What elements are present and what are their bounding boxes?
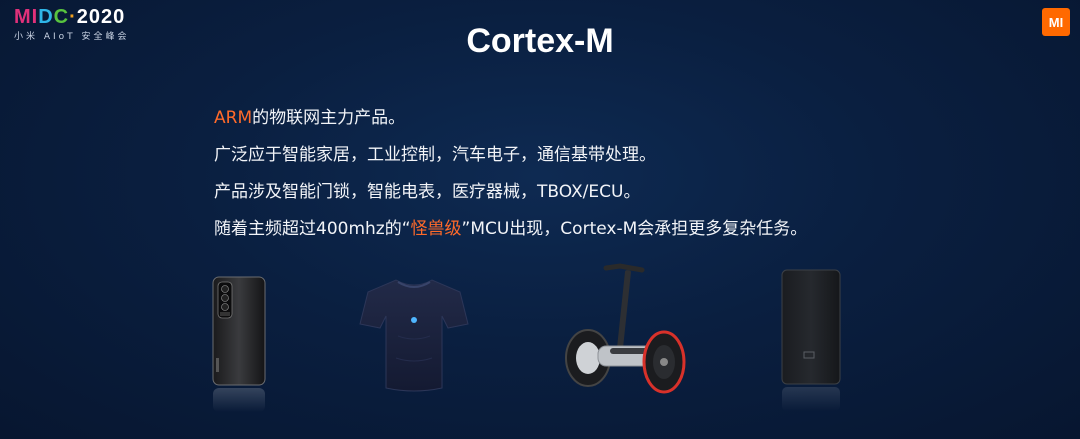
power-bank-image	[781, 269, 841, 411]
bullet-list: ARM的物联网主力产品。 广泛应于智能家居，工业控制，汽车电子，通信基带处理。 …	[214, 100, 807, 248]
phone-image	[212, 276, 266, 412]
bullet-line-1: ARM的物联网主力产品。	[214, 108, 406, 128]
smart-shirt-image	[359, 279, 469, 392]
bullet-line-3: 产品涉及智能门锁，智能电表，医疗器械，TBOX/ECU。	[214, 182, 641, 202]
bullet-line-4: 随着主频超过400mhz的“怪兽级”MCU出现，Cortex-M会承担更多复杂任…	[214, 219, 808, 239]
slide-title: Cortex-M	[466, 22, 614, 60]
bullet-line-2: 广泛应于智能家居，工业控制，汽车电子，通信基带处理。	[214, 145, 656, 165]
highlight-arm: ARM	[214, 108, 253, 128]
self-balancing-scooter-image	[565, 263, 686, 394]
slide: MIDC·2020 小米 AIoT 安全峰会 MI Cortex-M ARM的物…	[0, 0, 1080, 439]
highlight-monster: 怪兽级	[410, 219, 462, 239]
